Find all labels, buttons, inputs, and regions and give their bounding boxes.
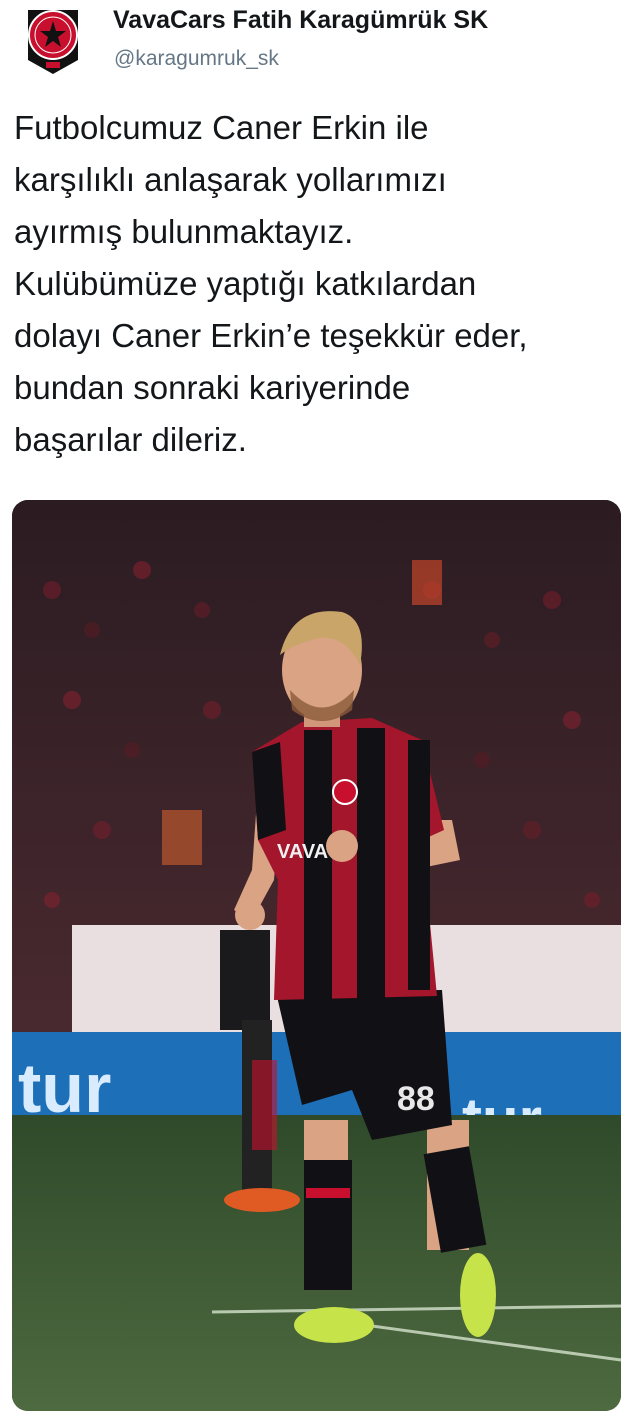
avatar[interactable] — [22, 4, 84, 76]
tweet-line: Kulübümüze yaptığı katkılardan — [14, 265, 477, 302]
tweet-header: VavaCars Fatih Karagümrük SK @karagumruk… — [0, 0, 640, 90]
club-crest-icon — [28, 10, 78, 74]
player-photo: tur tur 88 — [12, 500, 621, 1411]
tweet-line: Futbolcumuz Caner Erkin ile — [14, 109, 429, 146]
crest-badge — [332, 779, 358, 805]
tweet-line: karşılıklı anlaşarak yollarımızı — [14, 161, 447, 198]
boot-right — [460, 1253, 496, 1337]
tweet-line: bundan sonraki kariyerinde — [14, 369, 411, 406]
tweet-photo[interactable]: tur tur 88 — [12, 500, 621, 1411]
tweet-line: ayırmış bulunmaktayız. — [14, 213, 354, 250]
tweet-line: dolayı Caner Erkin’e teşekkür eder, — [14, 317, 528, 354]
boot-left — [294, 1307, 374, 1343]
account-handle[interactable]: @karagumruk_sk — [114, 47, 279, 71]
tweet-text: Futbolcumuz Caner Erkin ile karşılıklı a… — [14, 102, 629, 466]
tweet-line: başarılar dileriz. — [14, 421, 247, 458]
account-name[interactable]: VavaCars Fatih Karagümrük SK — [113, 6, 488, 35]
jersey-number: 88 — [397, 1080, 435, 1118]
